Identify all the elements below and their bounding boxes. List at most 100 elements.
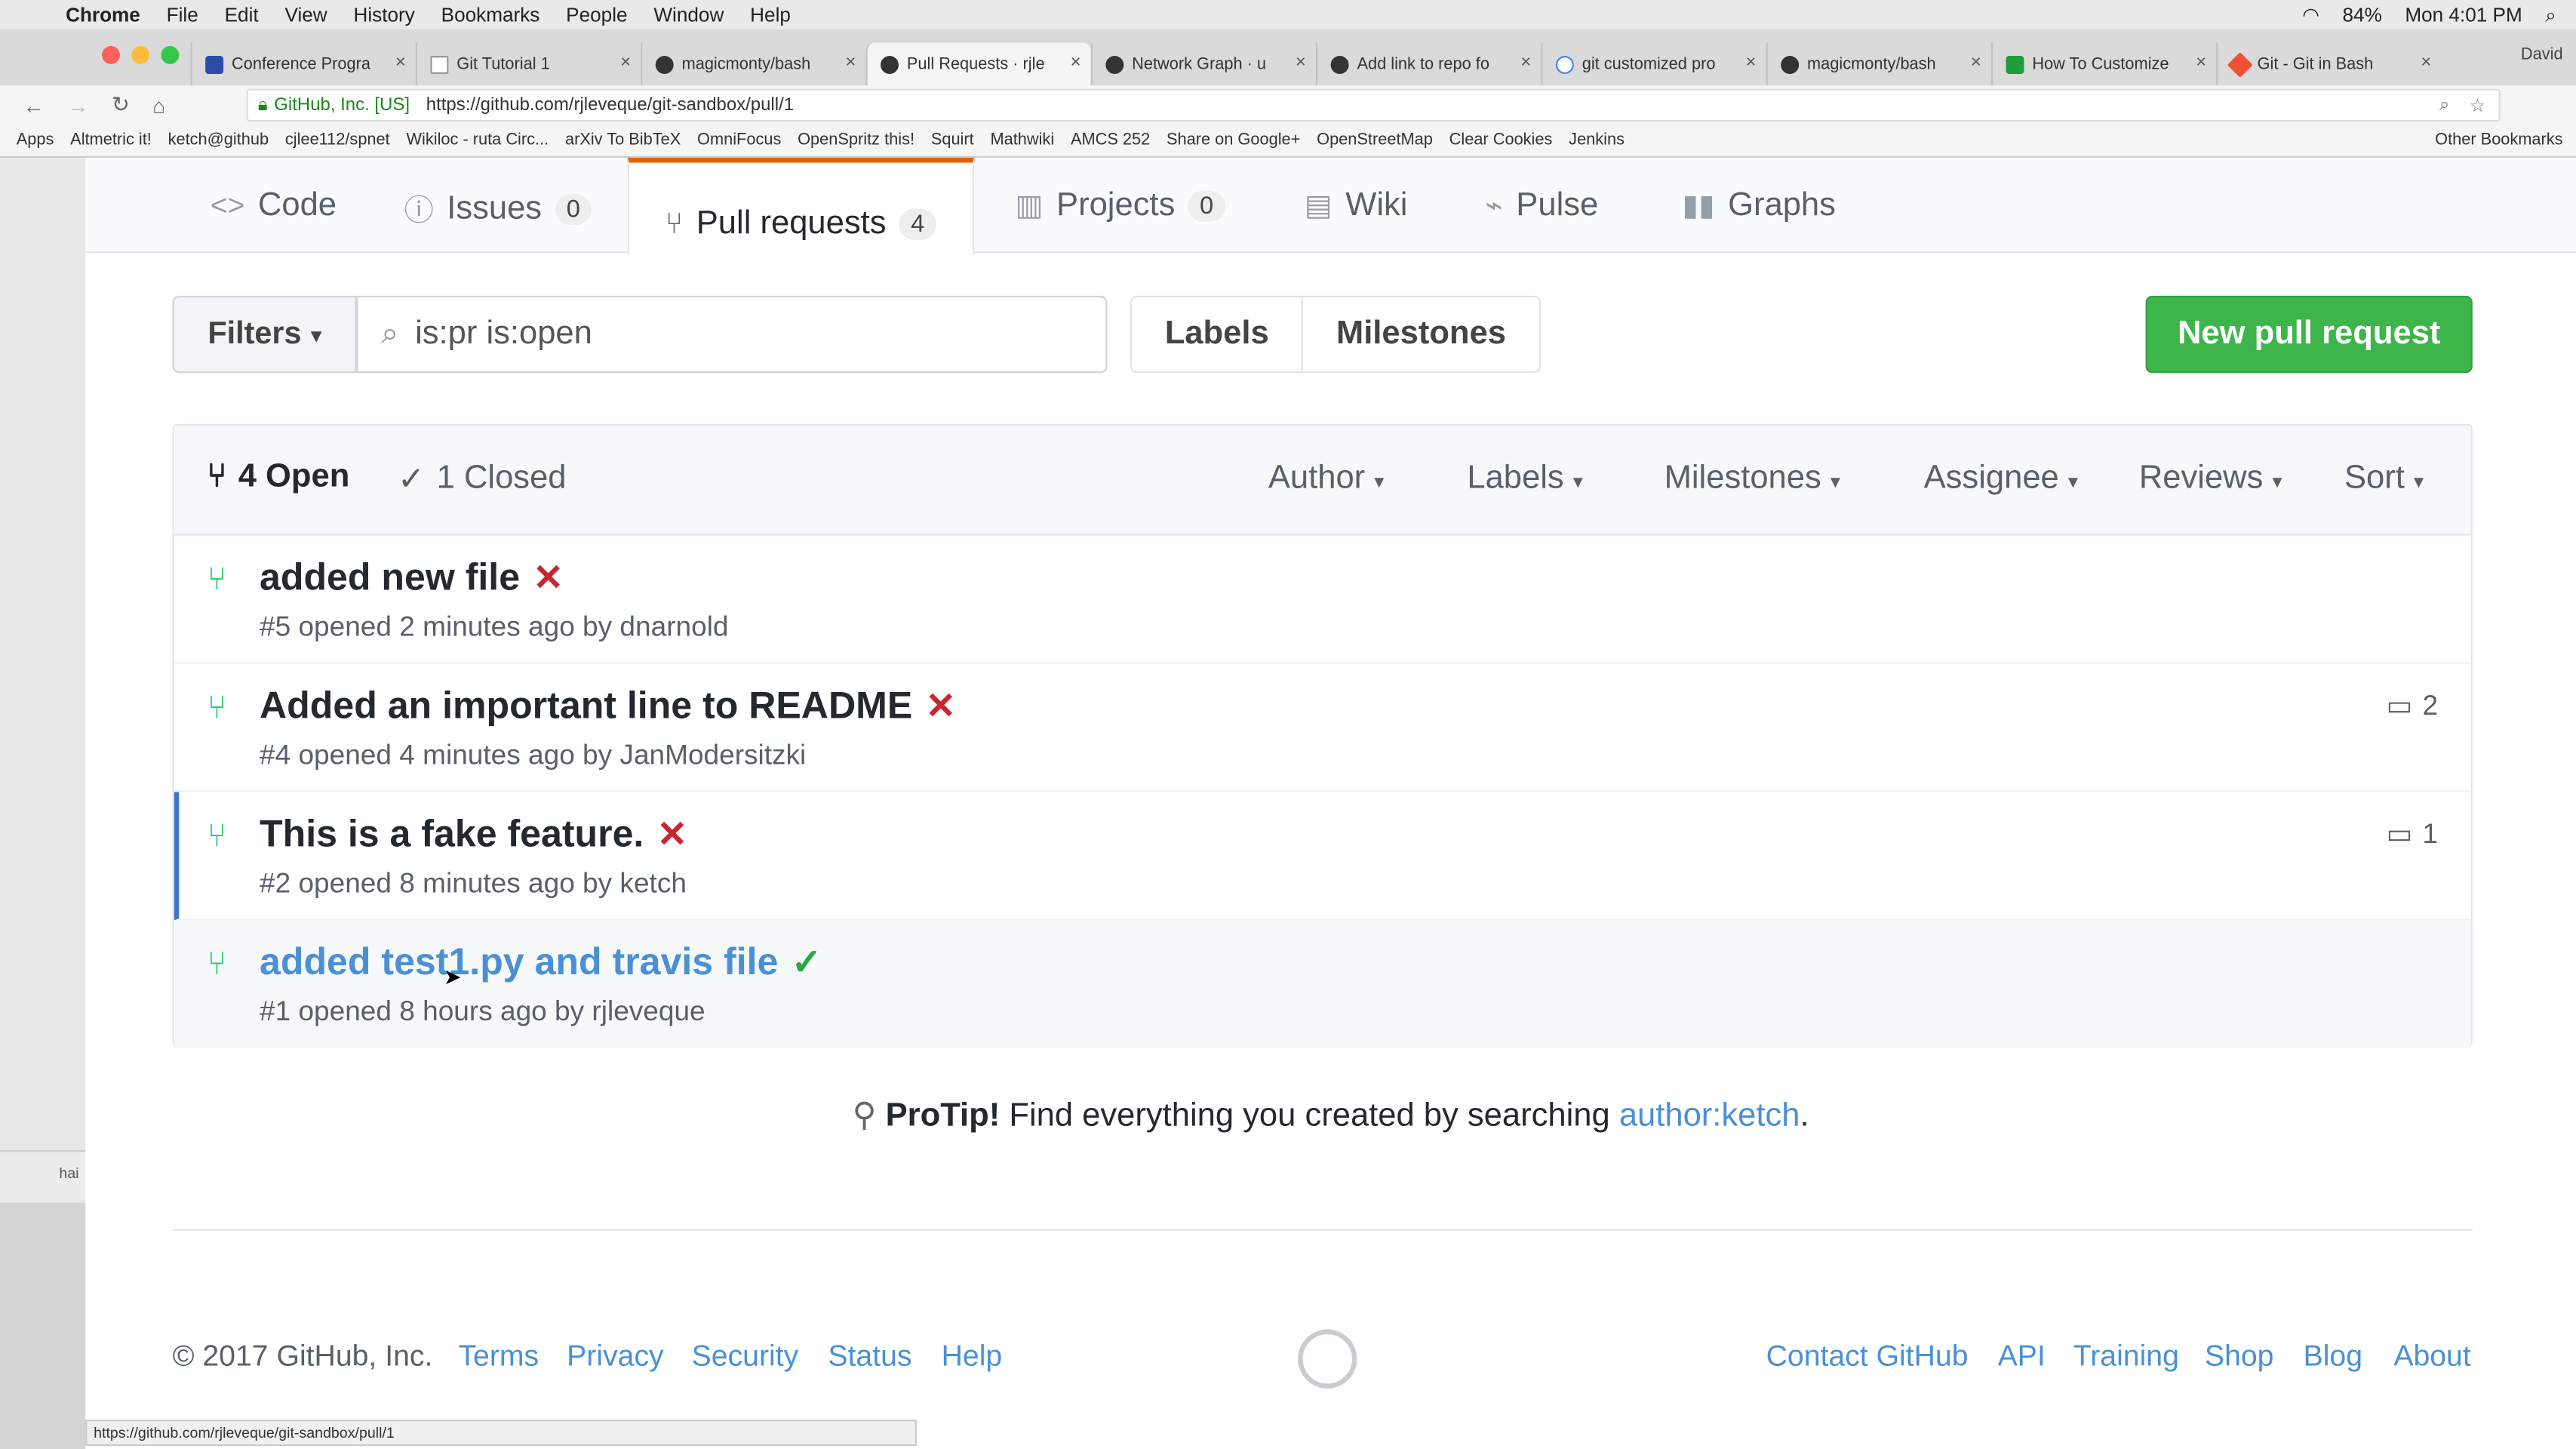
ci-failed-icon[interactable]: ✕ (926, 685, 956, 726)
filters-button[interactable]: Filters ▾ (172, 295, 357, 374)
tab-pull-requests[interactable]: ⑂ Pull requests 4 (627, 158, 974, 255)
menu-file[interactable]: File (167, 3, 198, 26)
bookmark-item[interactable]: Jenkins (1569, 131, 1625, 149)
bookmark-item[interactable]: ketch@github (168, 131, 269, 149)
bookmark-item[interactable]: OpenSpritz this! (798, 131, 915, 149)
browser-tab[interactable]: Add link to repo fo × (1316, 42, 1541, 86)
comments-link[interactable]: ▭ 1 (2386, 818, 2438, 851)
menu-edit[interactable]: Edit (225, 3, 259, 26)
clock[interactable]: Mon 4:01 PM (2405, 3, 2522, 28)
assignee-dropdown[interactable]: Assignee ▾ (1924, 460, 2078, 498)
pr-row[interactable]: ⑂ Added an important line to README ✕ #4 … (174, 663, 2471, 792)
bookmark-apps[interactable]: Apps (17, 131, 54, 149)
bookmark-item[interactable]: Share on Google+ (1167, 131, 1300, 149)
close-window-icon[interactable] (101, 45, 120, 64)
github-mark-icon[interactable] (1298, 1329, 1357, 1389)
spotlight-icon[interactable]: ⌕ (2545, 3, 2556, 28)
footer-link-privacy[interactable]: Privacy (567, 1339, 663, 1374)
footer-link-api[interactable]: API (1998, 1339, 2046, 1374)
bookmark-item[interactable]: Clear Cookies (1449, 131, 1553, 149)
sort-dropdown[interactable]: Sort ▾ (2344, 460, 2424, 498)
labels-dropdown[interactable]: Labels ▾ (1467, 460, 1583, 498)
ci-failed-icon[interactable]: ✕ (533, 557, 563, 598)
bookmark-item[interactable]: AMCS 252 (1071, 131, 1150, 149)
footer-link-blog[interactable]: Blog (2304, 1339, 2362, 1374)
menu-bookmarks[interactable]: Bookmarks (441, 3, 540, 26)
home-icon[interactable]: ⌂ (152, 93, 165, 118)
bookmark-item[interactable]: OmniFocus (697, 131, 781, 149)
close-tab-icon[interactable]: × (620, 53, 631, 72)
close-tab-icon[interactable]: × (2421, 53, 2431, 72)
wifi-icon[interactable]: ◠ (2302, 3, 2319, 28)
search-input[interactable]: ⌕ is:pr is:open (356, 295, 1108, 374)
bookmark-item[interactable]: arXiv To BibTeX (565, 131, 681, 149)
pr-title-link[interactable]: This is a fake feature. ✕ (260, 812, 687, 857)
menu-history[interactable]: History (353, 3, 414, 26)
closed-filter-link[interactable]: ✓ 1 Closed (398, 458, 567, 499)
footer-link-shop[interactable]: Shop (2205, 1339, 2274, 1374)
tab-wiki[interactable]: ▤ Wiki (1305, 187, 1408, 225)
menu-window[interactable]: Window (653, 3, 724, 26)
footer-link-contact[interactable]: Contact GitHub (1766, 1339, 1969, 1374)
close-tab-icon[interactable]: × (1971, 53, 1981, 72)
other-bookmarks[interactable]: Other Bookmarks (2435, 131, 2562, 149)
app-menu[interactable]: Chrome (66, 3, 140, 26)
pr-row[interactable]: ⑂ added new file ✕ #5 opened 2 minutes ag… (174, 535, 2471, 664)
menu-help[interactable]: Help (750, 3, 791, 26)
bookmark-item[interactable]: cjlee112/spnet (285, 131, 390, 149)
close-tab-icon[interactable]: × (1746, 53, 1757, 72)
new-pull-request-button[interactable]: New pull request (2145, 295, 2473, 374)
browser-tab-active[interactable]: Pull Requests · rjle × (865, 42, 1091, 86)
author-dropdown[interactable]: Author ▾ (1268, 460, 1385, 498)
bookmark-item[interactable]: OpenStreetMap (1317, 131, 1433, 149)
footer-link-security[interactable]: Security (692, 1339, 799, 1374)
close-tab-icon[interactable]: × (845, 53, 856, 72)
browser-tab[interactable]: How To Customize × (1990, 42, 2216, 86)
bookmark-item[interactable]: Squirt (931, 131, 974, 149)
star-icon[interactable]: ☆ (2470, 94, 2486, 115)
footer-link-about[interactable]: About (2393, 1339, 2470, 1374)
ci-failed-icon[interactable]: ✕ (657, 814, 687, 854)
tab-code[interactable]: <> Code (211, 187, 337, 225)
zoom-window-icon[interactable] (161, 45, 180, 64)
browser-tab[interactable]: Git Tutorial 1 × (415, 42, 641, 86)
tab-projects[interactable]: ▥ Projects 0 (1016, 187, 1225, 225)
browser-tab[interactable]: Git - Git in Bash × (2216, 42, 2441, 86)
protip-search-link[interactable]: author:ketch (1619, 1097, 1800, 1134)
close-tab-icon[interactable]: × (395, 53, 406, 72)
reviews-dropdown[interactable]: Reviews ▾ (2139, 460, 2282, 498)
tab-issues[interactable]: ⓘ Issues 0 (404, 187, 592, 230)
tab-pulse[interactable]: ⌁ Pulse (1485, 187, 1598, 225)
profile-name[interactable]: David (2521, 46, 2563, 64)
minimize-window-icon[interactable] (131, 45, 150, 64)
comments-link[interactable]: ▭ 2 (2386, 690, 2438, 723)
footer-link-terms[interactable]: Terms (458, 1339, 539, 1374)
zoom-icon[interactable]: ⌕ (2439, 94, 2449, 115)
back-icon[interactable]: ← (23, 93, 44, 118)
menu-view[interactable]: View (284, 3, 327, 26)
milestones-dropdown[interactable]: Milestones ▾ (1665, 460, 1840, 498)
bookmark-item[interactable]: Mathwiki (990, 131, 1054, 149)
battery-percent[interactable]: 84% (2343, 3, 2382, 28)
browser-tab[interactable]: git customized pro × (1541, 42, 1766, 86)
close-tab-icon[interactable]: × (1520, 53, 1531, 72)
ci-success-icon[interactable]: ✓ (792, 942, 822, 983)
open-filter-link[interactable]: ⑂ 4 Open (207, 458, 349, 496)
browser-tab[interactable]: Conference Progra × (190, 42, 416, 86)
pr-title-link[interactable]: Added an important line to README ✕ (260, 684, 956, 728)
footer-link-training[interactable]: Training (2073, 1339, 2179, 1374)
forward-icon[interactable]: → (67, 93, 88, 118)
pr-row[interactable]: ⑂ This is a fake feature. ✕ #2 opened 8 m… (174, 792, 2471, 921)
pr-title-link[interactable]: added test1.py and travis file ✓ (260, 940, 822, 984)
browser-tab[interactable]: magicmonty/bash × (641, 42, 865, 86)
reload-icon[interactable]: ↻ (112, 92, 130, 118)
milestones-button[interactable]: Milestones (1302, 297, 1539, 372)
browser-tab[interactable]: Network Graph · u × (1090, 42, 1316, 86)
labels-button[interactable]: Labels (1132, 297, 1302, 371)
bookmark-item[interactable]: Wikiloc - ruta Circ... (406, 131, 549, 149)
close-tab-icon[interactable]: × (1296, 53, 1306, 72)
pr-row[interactable]: ⑂ added test1.py and travis file ✓ #1 ope… (174, 920, 2471, 1049)
browser-tab[interactable]: magicmonty/bash × (1766, 42, 1991, 86)
footer-link-help[interactable]: Help (942, 1339, 1003, 1374)
close-tab-icon[interactable]: × (1071, 53, 1081, 72)
